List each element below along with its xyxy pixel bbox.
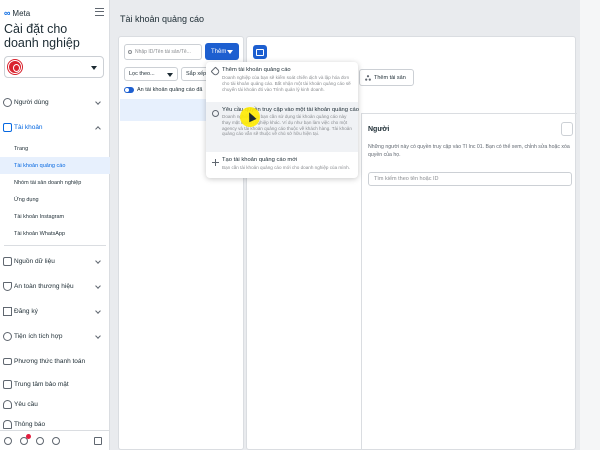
bell-icon xyxy=(3,420,12,429)
collapse-sidebar-icon[interactable] xyxy=(94,436,102,445)
sidebar-item-label: Thông báo xyxy=(14,420,46,428)
sidebar: ∞ Meta Cài đặt cho doanh nghiệp Người dù… xyxy=(0,0,110,450)
people-description: Những người này có quyền truy cập vào TI… xyxy=(368,144,570,158)
search-icon[interactable] xyxy=(36,436,44,445)
search-icon xyxy=(128,50,132,54)
sidebar-subitem-pages[interactable]: Trang xyxy=(0,140,110,157)
request-icon xyxy=(3,400,12,409)
menu-item-create-ad-account[interactable]: Tạo tài khoản quảng cáo mới Bạn cần tài … xyxy=(206,154,358,176)
plus-icon xyxy=(212,159,219,166)
sidebar-footer xyxy=(0,430,110,450)
gear-icon[interactable] xyxy=(4,436,12,445)
menu-item-description: Bạn cần tài khoản quảng cáo mới cho doan… xyxy=(222,165,350,170)
people-search-placeholder: Tìm kiếm theo tên hoặc ID xyxy=(374,176,439,182)
sidebar-item-integrations[interactable]: Tiện ích tích hợp xyxy=(0,324,110,349)
sidebar-subitem-instagram[interactable]: Tài khoản Instagram xyxy=(0,208,110,225)
sidebar-item-users[interactable]: Người dùng xyxy=(0,90,110,115)
sidebar-item-brand-safety[interactable]: An toàn thương hiệu xyxy=(0,274,110,299)
page-title: Tài khoản quảng cáo xyxy=(120,14,205,24)
chevron-down-icon xyxy=(95,258,101,264)
sidebar-subitem-apps[interactable]: Ứng dụng xyxy=(0,191,110,208)
sidebar-item-security-center[interactable]: Trung tâm bảo mật xyxy=(0,374,110,394)
people-search-input[interactable]: Tìm kiếm theo tên hoặc ID xyxy=(368,172,572,186)
user-icon xyxy=(3,98,12,107)
business-avatar xyxy=(8,60,22,74)
sort-label: Sắp xếp xyxy=(186,71,207,77)
link-icon xyxy=(212,110,219,117)
shield-icon xyxy=(3,282,12,291)
assign-people-button[interactable] xyxy=(561,122,573,136)
sidebar-item-label: Tài khoản xyxy=(14,124,43,131)
sidebar-title: Cài đặt cho doanh nghiệp xyxy=(4,22,80,50)
chevron-down-icon xyxy=(95,99,101,105)
business-selector[interactable] xyxy=(4,56,104,78)
hide-toggle-label: Ẩn tài khoản quảng cáo đã xyxy=(137,87,203,93)
people-section: Người Những người này có quyền truy cập … xyxy=(361,113,577,450)
sidebar-item-registrations[interactable]: Đăng ký xyxy=(0,299,110,324)
menu-item-request-access[interactable]: Yêu cầu quyền truy cập vào một tài khoản… xyxy=(206,102,359,152)
notifications-icon[interactable] xyxy=(20,433,31,445)
chevron-down-icon xyxy=(95,308,101,314)
add-button[interactable]: Thêm xyxy=(205,43,239,60)
sidebar-item-requests[interactable]: Yêu cầu xyxy=(0,394,110,414)
add-menu-dropdown: Thêm tài khoản quảng cáo Doanh nghiệp củ… xyxy=(206,62,359,178)
lock-icon xyxy=(3,380,12,389)
meta-infinity-icon: ∞ xyxy=(4,8,11,18)
briefcase-icon xyxy=(3,123,12,132)
sidebar-item-label: Người dùng xyxy=(14,99,49,106)
credit-card-icon xyxy=(3,358,12,365)
sidebar-subitem-ad-accounts[interactable]: Tài khoản quảng cáo xyxy=(0,157,110,174)
filter-label: Lọc theo... xyxy=(129,71,155,77)
people-title: Người xyxy=(368,126,390,133)
search-input[interactable]: Nhập ID/Tên tài sản/Tê... xyxy=(124,44,202,60)
sidebar-item-accounts[interactable]: Tài khoản xyxy=(0,115,110,140)
add-asset-label: Thêm tài sản xyxy=(374,74,406,81)
sidebar-nav: Người dùng Tài khoản Trang Tài khoản quả… xyxy=(0,90,110,434)
sidebar-item-label: Tiện ích tích hợp xyxy=(14,333,63,340)
help-icon[interactable] xyxy=(52,436,60,445)
divider xyxy=(4,245,106,246)
sidebar-item-label: Đăng ký xyxy=(14,308,38,315)
assets-icon xyxy=(365,75,371,81)
page-edge xyxy=(580,0,600,450)
notification-badge xyxy=(26,433,31,439)
sidebar-item-label: Nguồn dữ liệu xyxy=(14,258,55,265)
ad-account-icon xyxy=(253,45,267,59)
chevron-down-icon xyxy=(95,333,101,339)
sidebar-item-label: Phương thức thanh toán xyxy=(14,358,86,365)
meta-logo-text: Meta xyxy=(12,8,31,18)
toggle-switch[interactable] xyxy=(124,87,134,93)
plug-icon xyxy=(3,332,12,341)
menu-item-title: Thêm tài khoản quảng cáo xyxy=(222,67,291,73)
menu-item-title: Tạo tài khoản quảng cáo mới xyxy=(222,157,298,163)
add-button-label: Thêm xyxy=(211,48,227,55)
chevron-down-icon xyxy=(95,283,101,289)
sidebar-item-payment-methods[interactable]: Phương thức thanh toán xyxy=(0,349,110,374)
chevron-up-icon xyxy=(95,126,101,132)
meta-logo[interactable]: ∞ Meta xyxy=(4,8,30,18)
chevron-down-icon xyxy=(167,73,173,77)
menu-item-add-ad-account[interactable]: Thêm tài khoản quảng cáo Doanh nghiệp củ… xyxy=(206,62,358,100)
sidebar-subitem-whatsapp[interactable]: Tài khoản WhatsApp xyxy=(0,225,110,242)
chevron-down-icon xyxy=(91,66,97,70)
menu-icon[interactable] xyxy=(95,8,104,16)
sidebar-item-data-sources[interactable]: Nguồn dữ liệu xyxy=(0,249,110,274)
filter-dropdown[interactable]: Lọc theo... xyxy=(124,67,178,81)
add-asset-button[interactable]: Thêm tài sản xyxy=(359,69,414,86)
search-placeholder: Nhập ID/Tên tài sản/Tê... xyxy=(135,49,191,55)
tag-icon xyxy=(210,66,221,77)
sidebar-item-label: Trung tâm bảo mật xyxy=(14,380,69,388)
data-source-icon xyxy=(3,257,12,266)
register-icon xyxy=(3,307,12,316)
sidebar-item-label: Yêu cầu xyxy=(14,400,38,408)
sidebar-subitem-asset-groups[interactable]: Nhóm tài sản doanh nghiệp xyxy=(0,174,110,191)
chevron-down-icon xyxy=(227,50,233,54)
menu-item-description: Doanh nghiệp của bạn sẽ kiểm soát chiến … xyxy=(222,75,351,92)
sidebar-item-label: An toàn thương hiệu xyxy=(14,283,74,290)
